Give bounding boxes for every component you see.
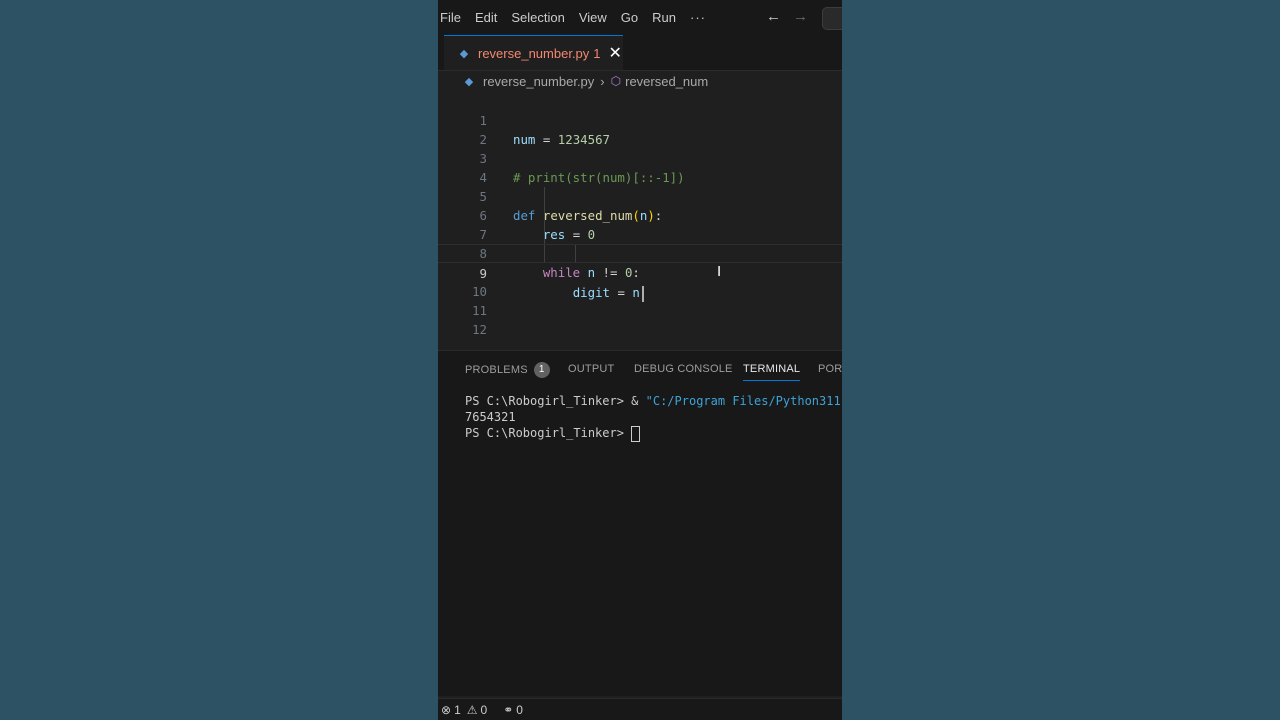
tab-debug-console[interactable]: DEBUG CONSOLE [634, 363, 733, 375]
code-line: 1 num = 1234567 [438, 92, 842, 147]
tab-output[interactable]: OUTPUT [568, 363, 614, 375]
python-file-icon: ◆ [459, 47, 469, 60]
ports-count[interactable]: 0 [516, 703, 523, 717]
code-line: 5 def reversed_num(n): [438, 168, 842, 223]
code-line: 6 res = 0 [438, 187, 842, 242]
close-icon[interactable]: ✕ [609, 43, 622, 63]
ports-icon[interactable]: ⚭ [503, 703, 513, 717]
error-icon[interactable]: ⊗ [441, 703, 451, 717]
tab-problems-label: PROBLEMS [465, 363, 528, 376]
breadcrumb-symbol[interactable]: reversed_num [625, 74, 708, 89]
code-editor[interactable]: 1 num = 1234567 2 3 # print(str(num)[::-… [438, 92, 842, 344]
tab-problem-count: 1 [593, 45, 601, 61]
code-line: 4 [438, 149, 842, 185]
menu-file[interactable]: File [440, 10, 469, 25]
line-number: 12 [472, 322, 487, 337]
background-right [842, 0, 1280, 720]
breadcrumb: ◆ reverse_number.py › ⬡ reversed_num [438, 70, 842, 92]
function-symbol-icon: ⬡ [610, 74, 622, 88]
bottom-panel: PROBLEMS 1 OUTPUT DEBUG CONSOLE TERMINAL … [438, 350, 842, 696]
code-line: 3 # print(str(num)[::-1]) [438, 130, 842, 185]
editor-tab-bar: ◆ reverse_number.py 1 ✕ [438, 35, 842, 71]
menu-go[interactable]: Go [621, 10, 646, 25]
current-code-line: 9 digit = n [438, 244, 842, 302]
breadcrumb-file[interactable]: reverse_number.py [483, 74, 594, 89]
command-center-search[interactable] [822, 7, 842, 30]
tab-problems[interactable]: PROBLEMS 1 [465, 362, 550, 378]
menu-view[interactable]: View [579, 10, 615, 25]
problems-count-badge: 1 [533, 362, 550, 378]
tab-reverse-number[interactable]: ◆ reverse_number.py 1 ✕ [444, 35, 623, 70]
terminal-line: PS C:\Robogirl_Tinker> [465, 425, 842, 442]
python-file-icon: ◆ [464, 75, 474, 88]
tab-terminal[interactable]: TERMINAL [743, 363, 801, 381]
terminal-prompt: PS C:\Robogirl_Tinker> [465, 426, 632, 440]
warning-count[interactable]: 0 [481, 703, 488, 717]
code-line: 10 [438, 263, 842, 299]
error-count[interactable]: 1 [454, 703, 461, 717]
arrow-right-icon[interactable]: → [793, 8, 808, 25]
more-icon[interactable]: ··· [690, 10, 714, 25]
menu-bar: File Edit Selection View Go Run ··· ← → [438, 0, 842, 35]
code-line: 8 while n != 0: [438, 225, 842, 280]
terminal-command-path: "C:/Program Files/Python311 [645, 394, 841, 408]
code-line: 12 [438, 301, 842, 337]
warning-icon[interactable]: ⚠ [467, 703, 478, 717]
tab-ports[interactable]: PORTS [818, 363, 842, 375]
code-line: 7 [438, 206, 842, 242]
menu-edit[interactable]: Edit [475, 10, 505, 25]
terminal-line: PS C:\Robogirl_Tinker> & "C:/Program Fil… [465, 393, 842, 409]
vscode-window: File Edit Selection View Go Run ··· ← → … [438, 0, 842, 720]
status-bar: ⊗ 1 ⚠ 0 ⚭ 0 [438, 698, 842, 720]
tab-filename: reverse_number.py [478, 45, 590, 61]
background-left [0, 0, 438, 720]
terminal-prompt: PS C:\Robogirl_Tinker> & [465, 394, 646, 408]
terminal-cursor [631, 425, 641, 442]
terminal-output[interactable]: PS C:\Robogirl_Tinker> & "C:/Program Fil… [465, 393, 842, 442]
menu-run[interactable]: Run [652, 10, 684, 25]
code-line: 2 [438, 111, 842, 147]
menu-selection[interactable]: Selection [511, 10, 572, 25]
terminal-line: 7654321 [465, 410, 516, 424]
breadcrumb-separator: › [600, 73, 605, 89]
code-line: 11 [438, 282, 842, 318]
arrow-left-icon[interactable]: ← [766, 8, 781, 25]
ibeam-cursor-icon: I [717, 263, 722, 280]
panel-tabs: PROBLEMS 1 OUTPUT DEBUG CONSOLE TERMINAL … [438, 351, 842, 387]
